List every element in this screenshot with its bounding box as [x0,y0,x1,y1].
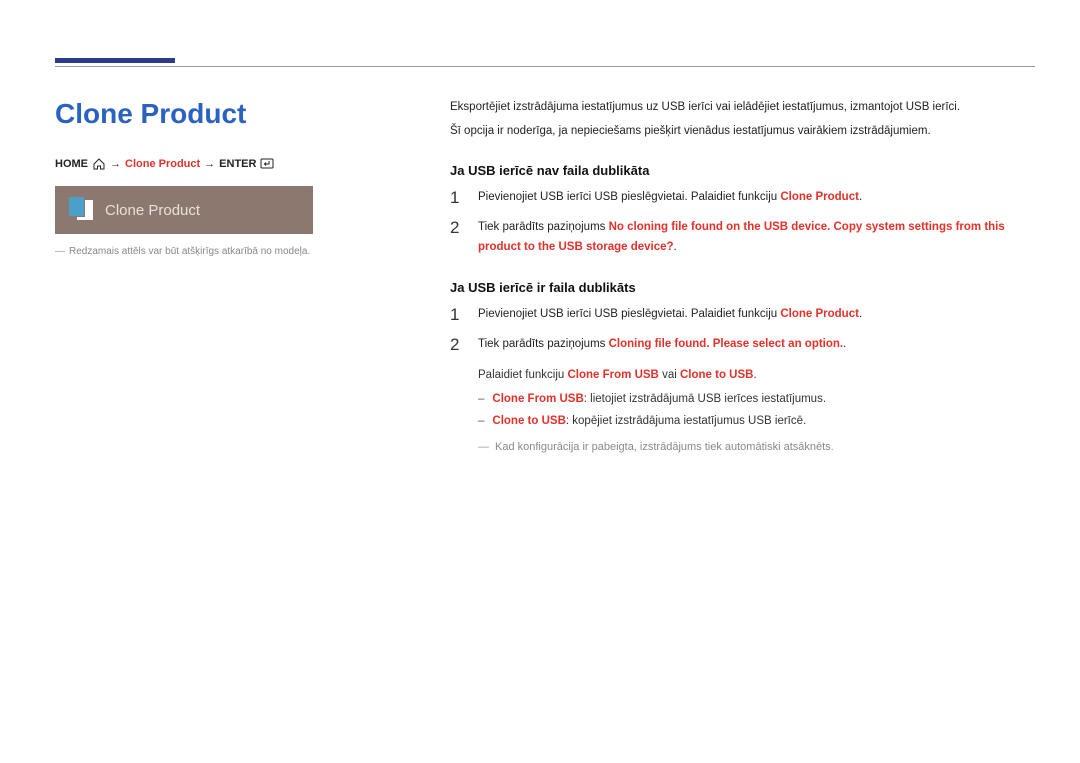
section2-step1: 1 Pievienojiet USB ierīci USB pieslēgvie… [450,305,1035,325]
page-title: Clone Product [55,98,380,130]
step-number: 1 [450,188,464,208]
menu-screenshot-label: Clone Product [105,202,200,219]
step-text: Tiek parādīts paziņojums No cloning file… [478,218,1035,257]
text-part: . [859,308,862,320]
page-layout: Clone Product HOME → Clone Product → ENT… [55,98,1035,458]
highlight: Clone Product [780,308,859,320]
section2-follow: Palaidiet funkciju Clone From USB vai Cl… [478,365,1035,387]
step-number: 1 [450,305,464,325]
step-number: 2 [450,218,464,238]
bullet-text: Clone From USB: lietojiet izstrādājumā U… [492,389,826,411]
enter-icon [260,158,274,170]
intro-paragraph-1: Eksportējiet izstrādājuma iestatījumus u… [450,98,1035,118]
text-part: . [843,338,846,350]
highlight: Cloning file found. Please select an opt… [609,338,844,350]
menu-screenshot: Clone Product [55,186,313,234]
image-disclaimer: Redzamais attēls var būt atšķirīgs atkar… [55,246,380,257]
highlight: Clone From USB [568,369,659,381]
breadcrumb: HOME → Clone Product → ENTER [55,158,380,170]
section1-step1: 1 Pievienojiet USB ierīci USB pieslēgvie… [450,188,1035,208]
section2-footnote: Kad konfigurācija ir pabeigta, izstrādāj… [478,437,1035,458]
breadcrumb-arrow-2: → [204,158,215,170]
home-icon [92,158,106,170]
text-part: . [859,191,862,203]
section2-bullet1: ‒ Clone From USB: lietojiet izstrādājumā… [478,389,1035,411]
left-column: Clone Product HOME → Clone Product → ENT… [55,98,380,458]
breadcrumb-home: HOME [55,158,88,170]
text-part: Pievienojiet USB ierīci USB pieslēgvieta… [478,308,780,320]
header-divider [55,66,1035,67]
step-text: Pievienojiet USB ierīci USB pieslēgvieta… [478,305,862,325]
breadcrumb-current: Clone Product [125,158,200,170]
breadcrumb-arrow-1: → [110,158,121,170]
text-part: vai [659,369,680,381]
highlight: Clone Product [780,191,859,203]
text-part: Tiek parādīts paziņojums [478,338,609,350]
bullet-text: Clone to USB: kopējiet izstrādājuma iest… [492,411,806,433]
clone-product-icon [69,197,93,223]
text-part: Pievienojiet USB ierīci USB pieslēgvieta… [478,191,780,203]
section1-step2: 2 Tiek parādīts paziņojums No cloning fi… [450,218,1035,257]
highlight: Clone to USB [492,415,565,427]
section2-step2: 2 Tiek parādīts paziņojums Cloning file … [450,335,1035,355]
step-number: 2 [450,335,464,355]
intro-paragraph-2: Šī opcija ir noderīga, ja nepieciešams p… [450,122,1035,142]
step-text: Pievienojiet USB ierīci USB pieslēgvieta… [478,188,862,208]
text-part: : lietojiet izstrādājumā USB ierīces ies… [584,393,826,405]
highlight: Clone to USB [680,369,753,381]
text-part: . [674,241,677,253]
step-text: Tiek parādīts paziņojums Cloning file fo… [478,335,846,355]
text-part: : kopējiet izstrādājuma iestatījumus USB… [566,415,806,427]
right-column: Eksportējiet izstrādājuma iestatījumus u… [450,98,1035,458]
text-part: Palaidiet funkciju [478,369,568,381]
dash-icon: ‒ [478,389,484,411]
text-part: . [753,369,756,381]
highlight: Clone From USB [492,393,583,405]
text-part: Tiek parādīts paziņojums [478,221,609,233]
section2-heading: Ja USB ierīcē ir faila dublikāts [450,280,1035,295]
section1-heading: Ja USB ierīcē nav faila dublikāta [450,163,1035,178]
header-accent-bar [55,58,175,63]
breadcrumb-enter: ENTER [219,158,256,170]
dash-icon: ‒ [478,411,484,433]
section2-bullet2: ‒ Clone to USB: kopējiet izstrādājuma ie… [478,411,1035,433]
